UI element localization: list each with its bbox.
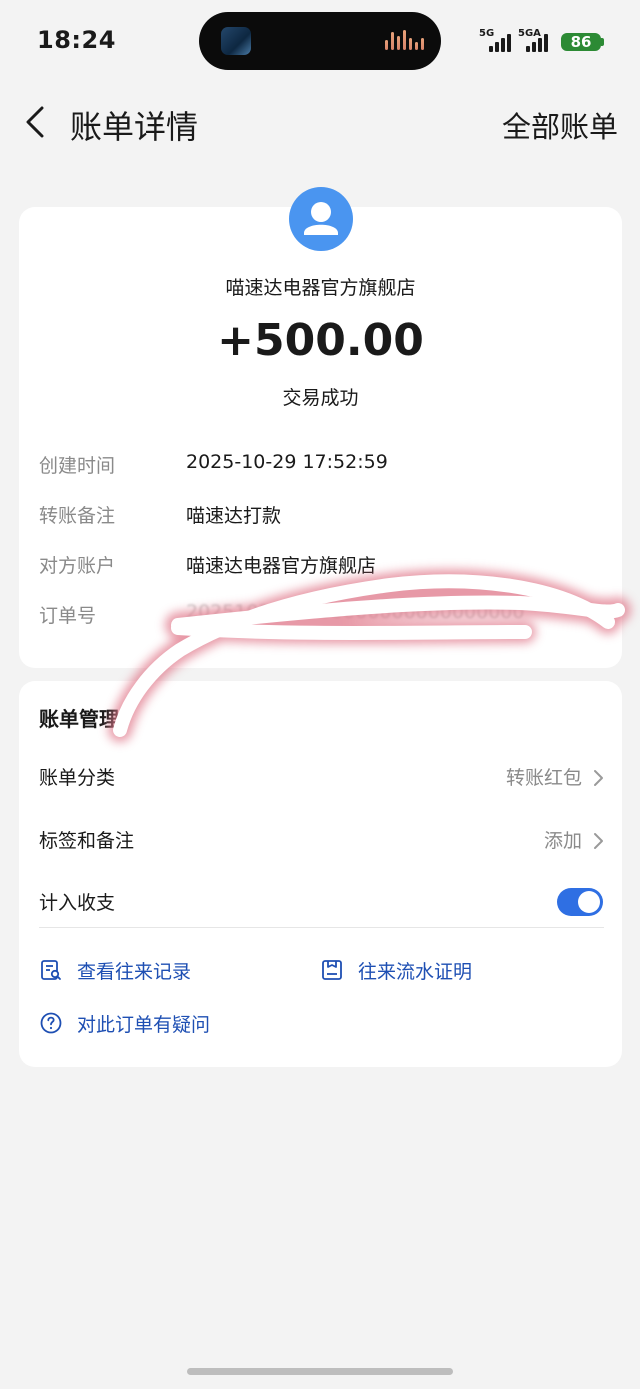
dynamic-island — [199, 12, 441, 70]
media-thumbnail-icon — [221, 27, 251, 55]
status-time: 18:24 — [37, 26, 116, 54]
include-in-budget-toggle[interactable] — [557, 888, 603, 916]
network-label: 5G — [479, 28, 495, 39]
divider — [39, 927, 604, 928]
include-in-budget-row: 计入收支 — [19, 882, 622, 922]
transaction-status: 交易成功 — [282, 387, 359, 409]
info-row-counterparty: 对方账户 喵速达电器官方旗舰店 — [19, 551, 622, 581]
nav-header: 账单详情 全部账单 — [0, 90, 640, 154]
statement-icon — [322, 960, 342, 980]
info-value: 喵速达打款 — [186, 505, 282, 527]
info-label: 转账备注 — [39, 505, 116, 527]
transaction-amount: +500.00 — [217, 315, 424, 366]
question-circle-icon — [40, 1012, 62, 1034]
row-value: 添加 — [543, 830, 582, 852]
chevron-left-icon[interactable] — [22, 104, 52, 140]
bill-category-row[interactable]: 账单分类 转账红包 — [19, 757, 622, 797]
info-row-created-time: 创建时间 2025-10-29 17:52:59 — [19, 451, 622, 481]
info-row-order-number: 订单号 2025102900000000000000000000 — [19, 601, 622, 631]
row-value: 转账红包 — [505, 767, 582, 789]
row-label: 账单分类 — [39, 767, 116, 789]
toggle-knob — [578, 891, 600, 913]
cellular-signal-icon: 5G — [479, 28, 517, 52]
merchant-name: 喵速达电器官方旗舰店 — [225, 277, 416, 299]
action-label: 往来流水证明 — [358, 961, 473, 983]
action-label: 对此订单有疑问 — [77, 1014, 211, 1036]
statement-proof-link[interactable]: 往来流水证明 — [320, 953, 520, 987]
user-avatar-icon — [289, 187, 353, 251]
order-number-value: 2025102900000000000000000000 — [186, 601, 525, 623]
info-value: 2025-10-29 17:52:59 — [186, 451, 388, 473]
chevron-right-icon — [594, 770, 603, 786]
action-label: 查看往来记录 — [77, 961, 192, 983]
all-bills-link[interactable]: 全部账单 — [502, 104, 618, 146]
tags-notes-row[interactable]: 标签和备注 添加 — [19, 820, 622, 860]
battery-icon: 86 — [561, 33, 601, 51]
record-search-icon — [41, 960, 61, 980]
row-label: 计入收支 — [39, 892, 116, 914]
bill-management-card: 账单管理 账单分类 转账红包 标签和备注 添加 计入收支 查看往来记录 往来流水… — [19, 681, 622, 1067]
cellular-signal-icon: 5GA — [518, 28, 556, 52]
page-title: 账单详情 — [70, 108, 199, 146]
section-title: 账单管理 — [39, 707, 119, 731]
info-label: 对方账户 — [39, 555, 116, 577]
info-label: 创建时间 — [39, 455, 116, 477]
info-label: 订单号 — [39, 605, 97, 627]
row-label: 标签和备注 — [39, 830, 135, 852]
transaction-detail-card: 喵速达电器官方旗舰店 +500.00 交易成功 创建时间 2025-10-29 … — [19, 187, 622, 668]
view-records-link[interactable]: 查看往来记录 — [39, 953, 239, 987]
battery-tip — [601, 38, 604, 46]
status-bar: 18:24 5G 5GA 86 — [0, 0, 640, 80]
info-row-remark: 转账备注 喵速达打款 — [19, 501, 622, 531]
chevron-right-icon — [594, 833, 603, 849]
home-indicator[interactable] — [187, 1368, 453, 1375]
order-question-link[interactable]: 对此订单有疑问 — [39, 1006, 259, 1040]
audio-wave-icon — [385, 30, 425, 52]
info-value: 喵速达电器官方旗舰店 — [186, 555, 377, 577]
